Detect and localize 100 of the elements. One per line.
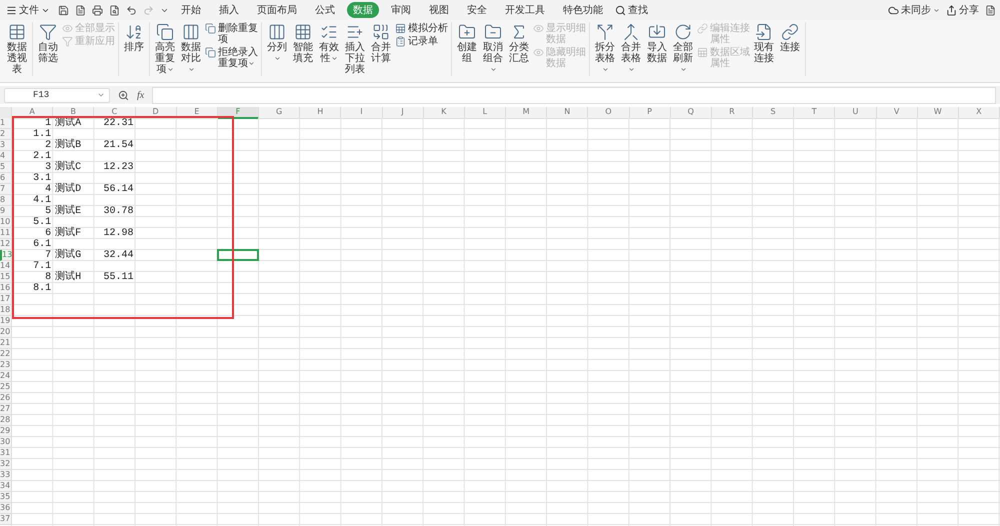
row-header[interactable]: 35: [0, 492, 12, 503]
file-menu[interactable]: 文件: [4, 3, 52, 17]
ribbon-small-button[interactable]: 拒绝录入重复项: [205, 47, 258, 69]
column-header[interactable]: S: [753, 107, 794, 119]
document-icon[interactable]: [985, 4, 996, 16]
row-header[interactable]: 10: [0, 217, 12, 228]
column-header[interactable]: M: [506, 107, 548, 119]
row-header[interactable]: 26: [0, 393, 12, 404]
row-header[interactable]: 11: [0, 228, 12, 239]
column-header[interactable]: H: [300, 107, 342, 119]
row-header[interactable]: 7: [0, 184, 12, 195]
column-header[interactable]: V: [876, 107, 918, 119]
document-icon[interactable]: [75, 4, 86, 16]
row-header[interactable]: 37: [0, 514, 12, 525]
row-header[interactable]: 32: [0, 459, 12, 470]
column-header[interactable]: U: [835, 107, 876, 119]
row-header[interactable]: 4: [0, 151, 12, 162]
print-icon[interactable]: [92, 4, 103, 16]
row-header[interactable]: 15: [0, 272, 12, 283]
menu-tab[interactable]: 页面布局: [251, 2, 303, 18]
row-header[interactable]: 24: [0, 371, 12, 382]
column-header[interactable]: R: [712, 107, 753, 119]
ribbon-button[interactable]: 现有连接: [752, 22, 776, 65]
row-header[interactable]: 22: [0, 349, 12, 360]
save-icon[interactable]: [58, 4, 69, 16]
ribbon-button[interactable]: 全部刷新: [671, 22, 695, 76]
ribbon-button[interactable]: 分列: [265, 22, 289, 65]
row-header[interactable]: 21: [0, 338, 12, 349]
column-header[interactable]: Q: [670, 107, 712, 119]
menu-tab[interactable]: 数据: [347, 2, 379, 18]
row-header[interactable]: 3: [0, 140, 12, 151]
ribbon-button[interactable]: 连接: [778, 22, 802, 54]
ribbon-button[interactable]: 合并表格: [619, 22, 643, 76]
menu-tab[interactable]: 安全: [461, 2, 493, 18]
row-header[interactable]: 19: [0, 316, 12, 327]
column-header[interactable]: T: [794, 107, 836, 119]
column-header[interactable]: P: [630, 107, 671, 119]
ribbon-button[interactable]: 有效性: [317, 22, 341, 65]
sync-button[interactable]: 未同步: [888, 3, 940, 17]
column-header[interactable]: X: [958, 107, 1000, 119]
selected-cell[interactable]: [216, 249, 259, 261]
row-header[interactable]: 2: [0, 129, 12, 140]
column-header[interactable]: G: [259, 107, 300, 119]
row-header[interactable]: 14: [0, 261, 12, 272]
ribbon-small-button[interactable]: 记录单: [395, 36, 448, 47]
row-header[interactable]: 31: [0, 448, 12, 459]
column-header[interactable]: J: [382, 107, 424, 119]
share-button[interactable]: 分享: [946, 3, 979, 17]
row-header[interactable]: 17: [0, 294, 12, 305]
row-header[interactable]: 12: [0, 239, 12, 250]
column-header[interactable]: O: [588, 107, 630, 119]
column-header[interactable]: N: [547, 107, 588, 119]
menu-tab[interactable]: 公式: [309, 2, 341, 18]
column-header[interactable]: W: [918, 107, 959, 119]
ribbon-button[interactable]: 自动筛选: [36, 22, 60, 65]
column-header[interactable]: L: [464, 107, 506, 119]
ribbon-button[interactable]: 拆分表格: [593, 22, 617, 76]
ribbon-button[interactable]: 智能填充: [291, 22, 315, 65]
row-header[interactable]: 36: [0, 503, 12, 514]
row-header[interactable]: 33: [0, 470, 12, 481]
ribbon-button[interactable]: 排序: [122, 22, 146, 54]
row-header[interactable]: 5: [0, 162, 12, 173]
ribbon-button[interactable]: 数据对比: [179, 22, 203, 76]
row-header[interactable]: 34: [0, 481, 12, 492]
ribbon-button[interactable]: 数据透视表: [5, 22, 29, 76]
menu-tab[interactable]: 开始: [175, 2, 207, 18]
ribbon-button[interactable]: 插入下拉列表: [343, 22, 367, 76]
row-header[interactable]: 27: [0, 404, 12, 415]
search-button[interactable]: 查找: [615, 3, 648, 17]
menu-tab[interactable]: 开发工具: [499, 2, 551, 18]
preview-icon[interactable]: [109, 4, 120, 16]
row-header[interactable]: 13: [0, 250, 12, 261]
ribbon-button[interactable]: 分类汇总: [507, 22, 531, 65]
row-header[interactable]: 9: [0, 206, 12, 217]
column-header[interactable]: I: [341, 107, 382, 119]
row-header[interactable]: 8: [0, 195, 12, 206]
undo-icon[interactable]: [126, 4, 137, 16]
function-label[interactable]: fx: [137, 90, 144, 100]
ribbon-button[interactable]: 合并计算: [369, 22, 393, 65]
row-header[interactable]: 6: [0, 173, 12, 184]
ribbon-button[interactable]: 创建组: [455, 22, 479, 65]
row-header[interactable]: 28: [0, 415, 12, 426]
row-header[interactable]: 1: [0, 118, 12, 129]
row-header[interactable]: 29: [0, 426, 12, 437]
ribbon-button[interactable]: 导入数据: [645, 22, 669, 65]
formula-input[interactable]: [152, 86, 996, 104]
menu-tab[interactable]: 特色功能: [557, 2, 609, 18]
name-box[interactable]: F13: [4, 88, 110, 102]
ribbon-button[interactable]: 取消组合: [481, 22, 505, 76]
row-header[interactable]: 16: [0, 283, 12, 294]
zoom-icon[interactable]: [118, 90, 129, 100]
column-header[interactable]: F: [218, 107, 259, 119]
menu-tab[interactable]: 视图: [423, 2, 455, 18]
menu-tab[interactable]: 审阅: [385, 2, 417, 18]
row-header[interactable]: 30: [0, 437, 12, 448]
ribbon-small-button[interactable]: 模拟分析: [395, 23, 448, 34]
ribbon-small-button[interactable]: 删除重复项: [205, 23, 258, 45]
column-header[interactable]: K: [424, 107, 465, 119]
ribbon-button[interactable]: 高亮重复项: [153, 22, 177, 76]
row-header[interactable]: 18: [0, 305, 12, 316]
